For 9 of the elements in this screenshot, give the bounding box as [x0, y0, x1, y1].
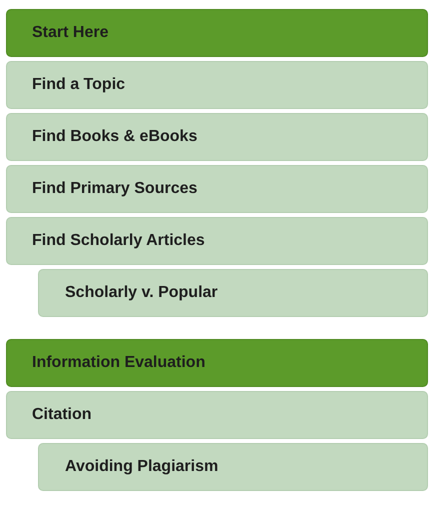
- nav-link[interactable]: Find Primary Sources: [6, 165, 428, 213]
- nav-link[interactable]: Information Evaluation: [6, 339, 428, 387]
- nav-link[interactable]: Find Scholarly Articles: [6, 217, 428, 265]
- nav-link[interactable]: Scholarly v. Popular: [38, 269, 428, 317]
- nav-link[interactable]: Find Books & eBooks: [6, 113, 428, 161]
- nav-link[interactable]: Avoiding Plagiarism: [38, 443, 428, 491]
- nav-link[interactable]: Citation: [6, 391, 428, 439]
- nav-link[interactable]: Find a Topic: [6, 61, 428, 109]
- nav-link[interactable]: Start Here: [6, 9, 428, 57]
